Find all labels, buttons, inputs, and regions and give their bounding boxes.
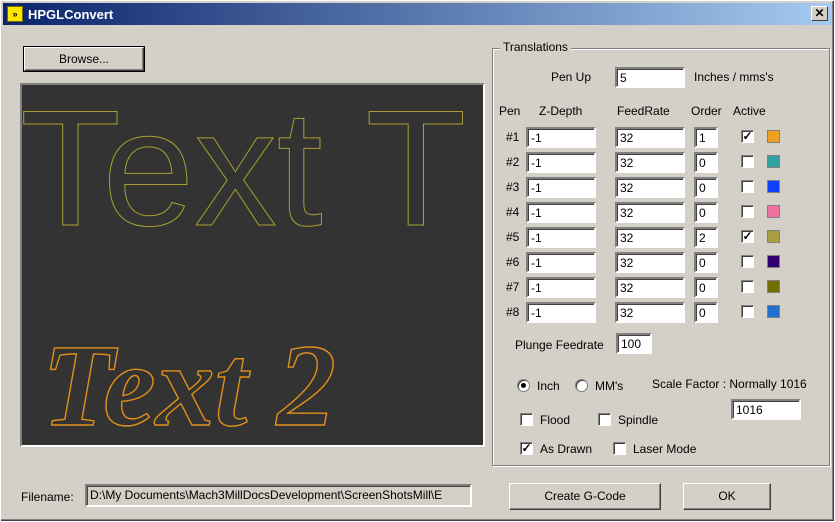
pen-active-checkbox[interactable] — [741, 305, 754, 318]
flood-label: Flood — [540, 413, 571, 427]
scale-factor-field[interactable]: 1016 — [731, 399, 801, 420]
pen-order-field[interactable]: 0 — [694, 152, 718, 173]
pen-feedrate-field[interactable]: 32 — [615, 302, 685, 323]
title-bar: » HPGLConvert ✕ — [3, 3, 832, 25]
pen-zdepth-field[interactable]: -1 — [526, 227, 596, 248]
pen-zdepth-field[interactable]: -1 — [526, 127, 596, 148]
pen-zdepth-field[interactable]: -1 — [526, 252, 596, 273]
pen-active-checkbox[interactable] — [741, 155, 754, 168]
pen-zdepth-field[interactable]: -1 — [526, 302, 596, 323]
pen-up-label: Pen Up — [551, 70, 592, 84]
scale-factor-label: Scale Factor : Normally 1016 — [652, 377, 807, 391]
header-order: Order — [691, 104, 722, 118]
pen-color-swatch[interactable] — [767, 230, 780, 243]
pen-feedrate-field[interactable]: 32 — [615, 127, 685, 148]
pen-label: #4 — [506, 205, 520, 219]
filename-field[interactable]: D:\My Documents\Mach3MillDocsDevelopment… — [85, 484, 472, 507]
pen-order-field[interactable]: 1 — [694, 127, 718, 148]
pen-color-swatch[interactable] — [767, 205, 780, 218]
app-icon: » — [7, 6, 23, 22]
plunge-feedrate-field[interactable]: 100 — [616, 333, 652, 354]
close-button[interactable]: ✕ — [811, 6, 828, 21]
laser-mode-checkbox[interactable] — [613, 442, 626, 455]
pen-active-checkbox[interactable] — [741, 280, 754, 293]
pen-label: #8 — [506, 305, 520, 319]
as-drawn-label: As Drawn — [540, 442, 593, 456]
pen-up-field[interactable]: 5 — [615, 67, 685, 88]
pen-zdepth-field[interactable]: -1 — [526, 177, 596, 198]
mm-radio[interactable] — [575, 379, 588, 392]
pen-feedrate-field[interactable]: 32 — [615, 202, 685, 223]
pen-zdepth-field[interactable]: -1 — [526, 152, 596, 173]
translations-group-title: Translations — [500, 40, 571, 54]
pen-color-swatch[interactable] — [767, 255, 780, 268]
hpgl-preview-canvas: Text T Text 2 — [20, 83, 485, 447]
preview-text-1: Text T — [22, 85, 466, 260]
header-active: Active — [733, 104, 766, 118]
spindle-checkbox[interactable] — [598, 413, 611, 426]
pen-order-field[interactable]: 0 — [694, 302, 718, 323]
inch-label: Inch — [537, 379, 560, 393]
pen-feedrate-field[interactable]: 32 — [615, 177, 685, 198]
pen-color-swatch[interactable] — [767, 155, 780, 168]
mm-label: MM's — [595, 379, 624, 393]
pen-label: #2 — [506, 155, 520, 169]
pen-zdepth-field[interactable]: -1 — [526, 277, 596, 298]
pen-feedrate-field[interactable]: 32 — [615, 277, 685, 298]
pen-order-field[interactable]: 0 — [694, 252, 718, 273]
header-pen: Pen — [499, 104, 521, 118]
pen-order-field[interactable]: 0 — [694, 177, 718, 198]
pen-label: #3 — [506, 180, 520, 194]
pen-color-swatch[interactable] — [767, 280, 780, 293]
pen-order-field[interactable]: 2 — [694, 227, 718, 248]
preview-drawing: Text T Text 2 — [22, 85, 467, 445]
pen-order-field[interactable]: 0 — [694, 202, 718, 223]
pen-label: #7 — [506, 280, 520, 294]
pen-label: #1 — [506, 130, 520, 144]
pen-feedrate-field[interactable]: 32 — [615, 227, 685, 248]
hpgl-convert-window: » HPGLConvert ✕ Browse... Text T Text 2 … — [0, 0, 835, 522]
as-drawn-checkbox[interactable]: ✓ — [520, 442, 533, 455]
pen-active-checkbox[interactable] — [741, 205, 754, 218]
header-feedrate: FeedRate — [617, 104, 670, 118]
pen-color-swatch[interactable] — [767, 305, 780, 318]
pen-color-swatch[interactable] — [767, 180, 780, 193]
filename-label: Filename: — [21, 490, 74, 504]
pen-active-checkbox[interactable]: ✓ — [741, 130, 754, 143]
pen-active-checkbox[interactable] — [741, 180, 754, 193]
units-label: Inches / mms's — [694, 70, 774, 84]
ok-button[interactable]: OK — [683, 483, 771, 510]
create-gcode-button[interactable]: Create G-Code — [509, 483, 661, 510]
plunge-feedrate-label: Plunge Feedrate — [515, 338, 604, 352]
header-zdepth: Z-Depth — [539, 104, 583, 118]
browse-button[interactable]: Browse... — [23, 46, 145, 72]
pen-feedrate-field[interactable]: 32 — [615, 152, 685, 173]
pen-label: #5 — [506, 230, 520, 244]
pen-zdepth-field[interactable]: -1 — [526, 202, 596, 223]
pen-feedrate-field[interactable]: 32 — [615, 252, 685, 273]
spindle-label: Spindle — [618, 413, 659, 427]
pen-active-checkbox[interactable]: ✓ — [741, 230, 754, 243]
pen-active-checkbox[interactable] — [741, 255, 754, 268]
inch-radio[interactable] — [517, 379, 530, 392]
window-title: HPGLConvert — [28, 6, 114, 22]
laser-mode-label: Laser Mode — [633, 442, 697, 456]
pen-color-swatch[interactable] — [767, 130, 780, 143]
flood-checkbox[interactable] — [520, 413, 533, 426]
preview-text-2: Text 2 — [42, 320, 336, 445]
pen-order-field[interactable]: 0 — [694, 277, 718, 298]
pen-label: #6 — [506, 255, 520, 269]
